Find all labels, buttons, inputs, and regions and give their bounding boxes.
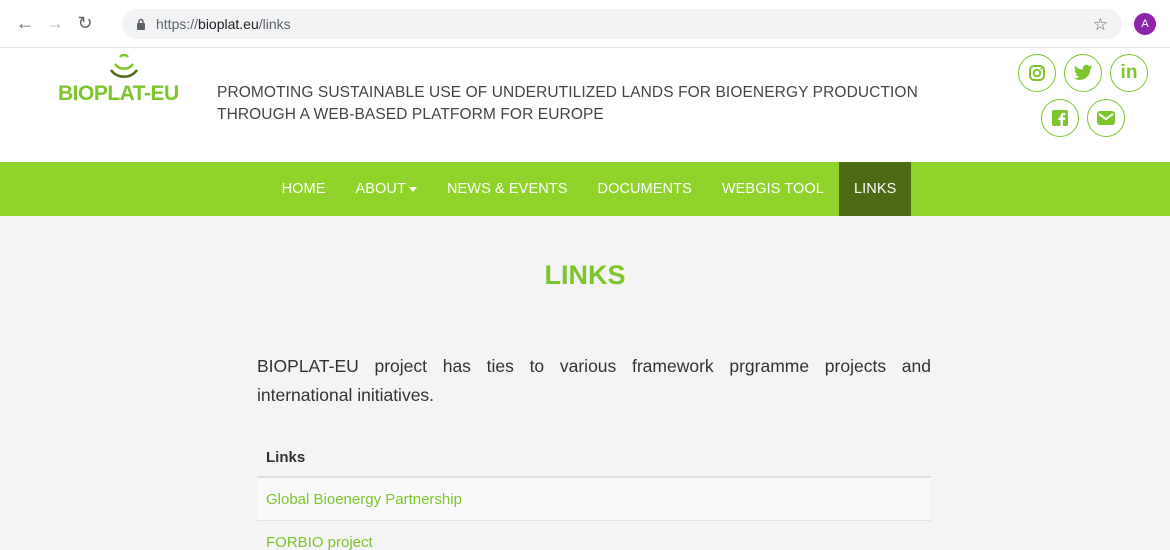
linkedin-icon[interactable]: in [1110, 54, 1148, 92]
site-logo[interactable]: BIOPLAT-EU [58, 54, 179, 134]
table-row: FORBIO project [257, 521, 931, 550]
nav-item-documents[interactable]: DOCUMENTS [583, 162, 707, 216]
nav-item-about[interactable]: ABOUT [341, 162, 432, 216]
page-title: LINKS [544, 260, 626, 290]
logo-text: BIOPLAT-EU [58, 82, 179, 105]
site-tagline: PROMOTING SUSTAINABLE USE OF UNDERUTILIZ… [217, 84, 918, 123]
url-text: https://bioplat.eu/links [156, 16, 291, 32]
address-bar[interactable]: https://bioplat.eu/links ☆ [122, 9, 1122, 39]
caret-down-icon [408, 186, 417, 192]
logo-sprout-icon [109, 54, 139, 78]
back-icon[interactable]: ← [12, 11, 38, 37]
nav-item-links[interactable]: LINKS [838, 162, 912, 216]
table-header: Links [257, 438, 931, 478]
lock-icon [134, 17, 148, 31]
facebook-icon[interactable] [1041, 99, 1079, 137]
intro-text: BIOPLAT-EU project has ties to various f… [257, 356, 931, 405]
links-table: Links Global Bioenergy Partnership FORBI… [257, 438, 931, 550]
profile-avatar[interactable]: A [1134, 13, 1156, 35]
email-icon[interactable] [1087, 99, 1125, 137]
reload-icon[interactable]: ↻ [72, 11, 98, 37]
site-header: BIOPLAT-EU PROMOTING SUSTAINABLE USE OF … [0, 48, 1170, 162]
main-content: LINKS BIOPLAT-EU project has ties to var… [0, 216, 1170, 550]
table-row: Global Bioenergy Partnership [257, 478, 931, 521]
link-global-bioenergy-partnership[interactable]: Global Bioenergy Partnership [266, 491, 462, 508]
nav-item-webgis-tool[interactable]: WEBGIS TOOL [707, 162, 839, 216]
browser-toolbar: ← → ↻ https://bioplat.eu/links ☆ A [0, 0, 1170, 48]
twitter-icon[interactable] [1064, 54, 1102, 92]
main-navigation: HOME ABOUT NEWS & EVENTS DOCUMENTS WEBGI… [0, 162, 1170, 216]
bookmark-star-icon[interactable]: ☆ [1093, 15, 1108, 35]
nav-item-home[interactable]: HOME [267, 162, 341, 216]
forward-icon[interactable]: → [42, 11, 68, 37]
nav-item-news-events[interactable]: NEWS & EVENTS [432, 162, 583, 216]
link-forbio-project[interactable]: FORBIO project [266, 534, 373, 550]
instagram-icon[interactable] [1018, 54, 1056, 92]
